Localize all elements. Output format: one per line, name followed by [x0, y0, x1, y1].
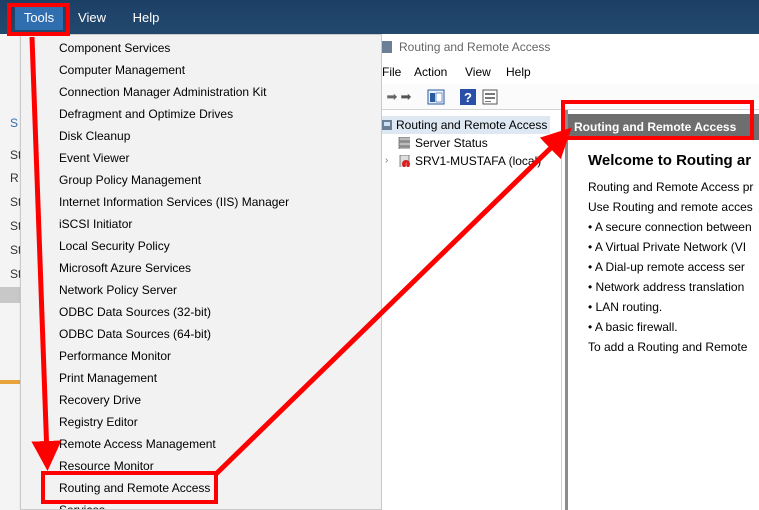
annotation-arrows — [29, 36, 572, 476]
annotation-arrow-diagonal — [214, 127, 572, 476]
annotation-arrow-down — [29, 36, 62, 471]
